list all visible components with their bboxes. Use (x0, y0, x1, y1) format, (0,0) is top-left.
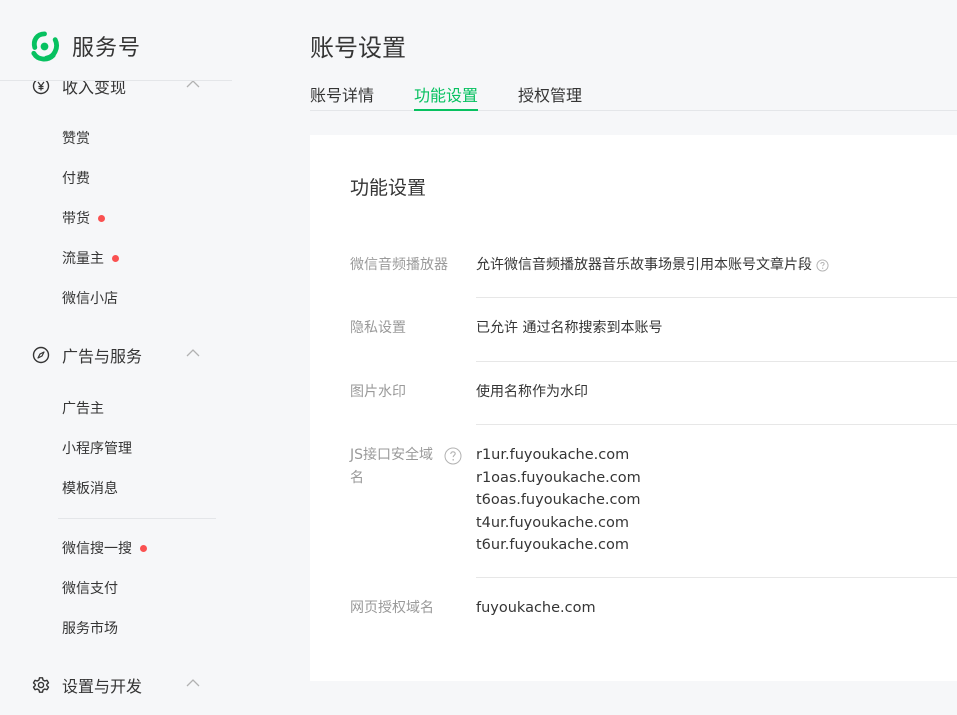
chevron-up-icon[interactable] (186, 348, 200, 358)
row-js-domains: JS接口安全域 名 r1ur.fuyoukache.com r1oas.fuyo… (350, 444, 957, 560)
sidebar-item-template-message[interactable]: 模板消息 (62, 477, 118, 499)
sidebar-item-wechat-search[interactable]: 微信搜一搜 (62, 537, 147, 559)
section-ads-services[interactable]: 广告与服务 (32, 343, 200, 367)
row-oauth-domain: 网页授权域名 fuyoukache.com (350, 597, 957, 621)
section-ads-services-label: 广告与服务 (62, 347, 143, 366)
sidebar-item-miniprogram[interactable]: 小程序管理 (62, 437, 132, 459)
sidebar-item-label: 带货 (62, 211, 90, 227)
sidebar-item-service-market[interactable]: 服务市场 (62, 617, 118, 639)
tab-bar: 账号详情 功能设置 授权管理 (310, 80, 957, 111)
domain-item: r1oas.fuyoukache.com (476, 469, 641, 486)
tab-authorization[interactable]: 授权管理 (518, 82, 582, 111)
js-domain-list: r1ur.fuyoukache.com r1oas.fuyoukache.com… (476, 444, 641, 557)
notification-dot (98, 214, 105, 222)
row-label: JS接口安全域 名 (350, 444, 440, 490)
domain-item: t6oas.fuyoukache.com (476, 492, 641, 508)
row-value: 允许微信音频播放器音乐故事场景引用本账号文章片段 (476, 254, 829, 277)
wechat-service-logo-icon (31, 30, 59, 61)
sidebar-item-label: 微信支付 (62, 581, 118, 597)
section-settings-dev[interactable]: 设置与开发 (32, 673, 200, 697)
sidebar-item-shop[interactable]: 微信小店 (62, 287, 118, 309)
sidebar-item-label: 服务市场 (62, 621, 118, 637)
sidebar-item-commerce[interactable]: 带货 (62, 207, 105, 229)
row-watermark: 图片水印 使用名称作为水印 (350, 381, 957, 405)
sidebar-item-label: 付费 (62, 171, 90, 187)
domain-item: r1ur.fuyoukache.com (476, 447, 630, 463)
row-label: 微信音频播放器 (350, 257, 448, 273)
sidebar-item-label: 赞赏 (62, 131, 90, 147)
settings-card: 功能设置 微信音频播放器 允许微信音频播放器音乐故事场景引用本账号文章片段 隐私… (310, 135, 957, 681)
sidebar-item-reward[interactable]: 赞赏 (62, 127, 90, 149)
notification-dot (140, 544, 147, 552)
audio-player-value: 允许微信音频播放器音乐故事场景引用本账号文章片段 (476, 257, 812, 273)
js-domain-label-line2: 名 (350, 470, 364, 486)
sidebar-item-label: 微信搜一搜 (62, 541, 132, 557)
brand[interactable]: 服务号 (28, 28, 141, 64)
row-divider (476, 424, 957, 425)
row-divider (476, 577, 957, 578)
row-value: 已允许 通过名称搜索到本账号 (476, 320, 663, 336)
scroll-mask (0, 62, 232, 80)
js-domain-label-line1: JS接口安全域 (350, 447, 434, 463)
help-icon[interactable] (444, 447, 462, 465)
tab-feature-settings[interactable]: 功能设置 (414, 82, 479, 111)
row-label: 图片水印 (350, 384, 406, 400)
row-divider (476, 297, 957, 298)
sidebar-divider (58, 518, 216, 519)
sidebar-item-label: 广告主 (62, 401, 104, 417)
notification-dot (112, 254, 119, 262)
section-settings-dev-label: 设置与开发 (62, 677, 143, 696)
row-audio-player: 微信音频播放器 允许微信音频播放器音乐故事场景引用本账号文章片段 (350, 254, 957, 278)
domain-item: t4ur.fuyoukache.com (476, 514, 629, 531)
row-value: 使用名称作为水印 (476, 384, 588, 400)
brand-name: 服务号 (72, 36, 142, 61)
sidebar-item-label: 流量主 (62, 251, 104, 267)
row-divider (476, 361, 957, 362)
sidebar-item-label: 模板消息 (62, 481, 118, 497)
row-label: 网页授权域名 (350, 600, 434, 616)
sidebar-item-advertiser[interactable]: 广告主 (62, 397, 104, 419)
row-privacy: 隐私设置 已允许 通过名称搜索到本账号 (350, 317, 957, 341)
brand-divider-overlay (0, 80, 232, 81)
help-icon[interactable] (816, 258, 829, 272)
page-title: 账号设置 (310, 34, 406, 62)
sidebar-item-label: 微信小店 (62, 291, 118, 307)
sidebar: 服务号 收入变现 赞赏 付费 带货 流量主 微信小店 广告与服务 广告主 小程序… (0, 0, 232, 715)
domain-item: t6ur.fuyoukache.com (476, 537, 629, 553)
sidebar-item-wechat-pay[interactable]: 微信支付 (62, 577, 118, 599)
sidebar-item-publisher[interactable]: 流量主 (62, 247, 119, 269)
compass-icon (32, 346, 50, 364)
chevron-up-icon[interactable] (186, 678, 200, 688)
card-title: 功能设置 (350, 177, 427, 199)
tab-account-details[interactable]: 账号详情 (310, 82, 374, 111)
sidebar-item-label: 小程序管理 (62, 441, 132, 457)
sidebar-item-paid[interactable]: 付费 (62, 167, 90, 189)
gear-icon (32, 677, 50, 693)
row-label: 隐私设置 (350, 320, 406, 336)
row-value: fuyoukache.com (476, 600, 596, 616)
